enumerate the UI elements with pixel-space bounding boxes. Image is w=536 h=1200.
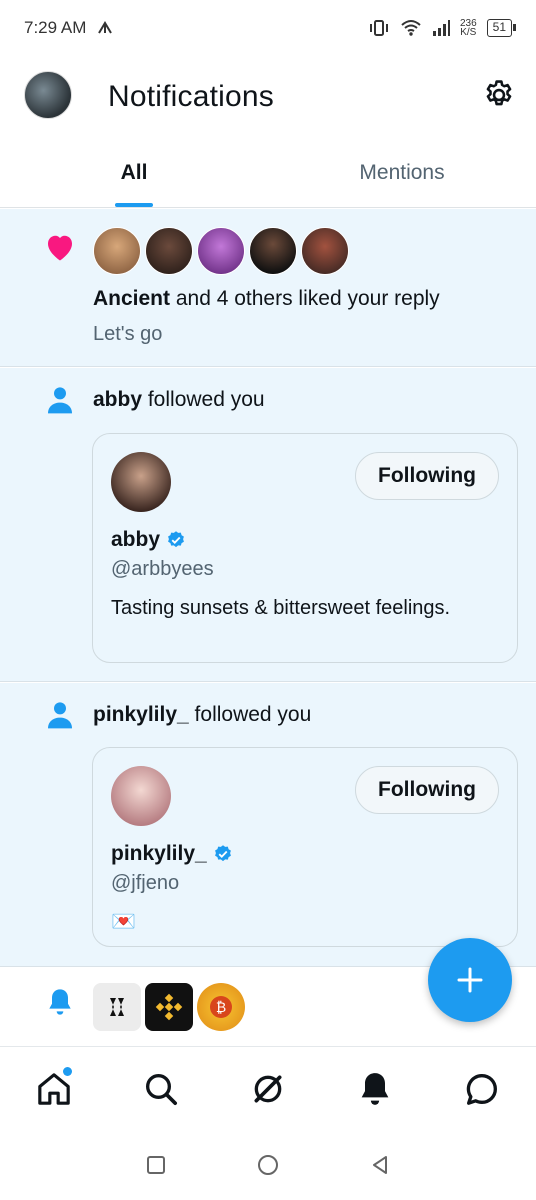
- system-navigation: [0, 1130, 536, 1200]
- notification-follow[interactable]: pinkylily_ followed you Following pinkyl…: [0, 683, 536, 967]
- bottom-navigation: [0, 1046, 536, 1130]
- back-triangle-icon[interactable]: [368, 1153, 392, 1177]
- unread-dot: [62, 1066, 72, 1076]
- cell-signal-icon: [432, 20, 450, 36]
- actor-name[interactable]: abby: [93, 388, 142, 411]
- avatar[interactable]: [197, 227, 245, 275]
- compose-fab[interactable]: [428, 938, 512, 1022]
- liked-reply-preview: Let's go: [93, 323, 163, 345]
- actor-name[interactable]: Ancient: [93, 287, 170, 310]
- avatar[interactable]: [111, 452, 171, 512]
- user-card[interactable]: Following pinkylily_ @jfjeno 💌: [92, 747, 518, 947]
- user-bio: Tasting sunsets & bittersweet feelings.: [111, 597, 451, 619]
- person-icon: [48, 702, 72, 729]
- status-icons: 236 K/S 51: [368, 18, 517, 38]
- wifi-icon: [401, 20, 421, 36]
- tab-all[interactable]: All: [0, 140, 268, 207]
- following-button[interactable]: Following: [355, 452, 499, 500]
- user-bio: 💌: [111, 911, 136, 933]
- page-title: Notifications: [108, 80, 275, 113]
- profile-avatar[interactable]: [24, 71, 72, 119]
- battery-indicator: 51: [486, 19, 517, 37]
- nav-search[interactable]: [141, 1069, 181, 1109]
- search-icon: [145, 1073, 177, 1105]
- verified-badge-icon: [214, 845, 231, 862]
- active-tab-indicator: [115, 203, 153, 207]
- notification-follow[interactable]: abby followed you Following abby @arbbye…: [0, 368, 536, 682]
- nav-grok[interactable]: [248, 1069, 288, 1109]
- user-handle: @arbbyees: [111, 558, 214, 580]
- account-logo[interactable]: [93, 983, 141, 1031]
- following-button[interactable]: Following: [355, 766, 499, 814]
- nav-notifications[interactable]: [355, 1069, 395, 1109]
- like-notification-text: Ancient and 4 others liked your reply: [93, 287, 440, 310]
- app-header: Notifications: [0, 60, 536, 136]
- notification-like[interactable]: Ancient and 4 others liked your reply Le…: [0, 209, 536, 367]
- svg-text:₿: ₿: [216, 1000, 226, 1016]
- follow-notification-text: abby followed you: [93, 388, 265, 411]
- bell-icon: [49, 989, 71, 1015]
- account-logo[interactable]: [145, 983, 193, 1031]
- account-logo[interactable]: ₿: [197, 983, 245, 1031]
- notification-tabs: All Mentions: [0, 140, 536, 208]
- recents-icon[interactable]: [144, 1153, 168, 1177]
- user-handle: @jfjeno: [111, 872, 180, 894]
- avatar[interactable]: [249, 227, 297, 275]
- grok-icon: [254, 1075, 282, 1102]
- actor-name[interactable]: pinkylily_: [93, 703, 189, 726]
- follow-notification-text: pinkylily_ followed you: [93, 703, 312, 726]
- vibrate-icon: [369, 20, 388, 36]
- settings-gear-icon[interactable]: [482, 78, 516, 112]
- messages-icon: [467, 1073, 498, 1105]
- nav-home[interactable]: [34, 1066, 74, 1109]
- avatar[interactable]: [111, 766, 171, 826]
- network-speed: 236 K/S: [459, 18, 477, 38]
- liker-avatars: [93, 227, 349, 275]
- heart-icon: [48, 235, 72, 261]
- home-circle-icon[interactable]: [255, 1152, 281, 1178]
- nav-messages[interactable]: [462, 1069, 502, 1109]
- status-bar: 7:29 AM 236 K/S 51: [0, 0, 536, 56]
- person-icon: [48, 387, 72, 414]
- avatar[interactable]: [93, 227, 141, 275]
- user-card[interactable]: Following abby @arbbyees Tasting sunsets…: [92, 433, 518, 663]
- user-display-name: abby: [111, 528, 186, 552]
- signal-app-icon: [98, 21, 113, 34]
- avatar[interactable]: [145, 227, 193, 275]
- avatar[interactable]: [301, 227, 349, 275]
- tab-mentions[interactable]: Mentions: [268, 140, 536, 207]
- status-time-group: 7:29 AM: [24, 18, 114, 38]
- plus-icon: [457, 967, 483, 993]
- notifications-icon: [361, 1072, 389, 1105]
- user-display-name: pinkylily_: [111, 842, 233, 866]
- account-logos: ₿: [93, 983, 245, 1031]
- status-time: 7:29 AM: [24, 18, 87, 37]
- verified-badge-icon: [168, 531, 184, 548]
